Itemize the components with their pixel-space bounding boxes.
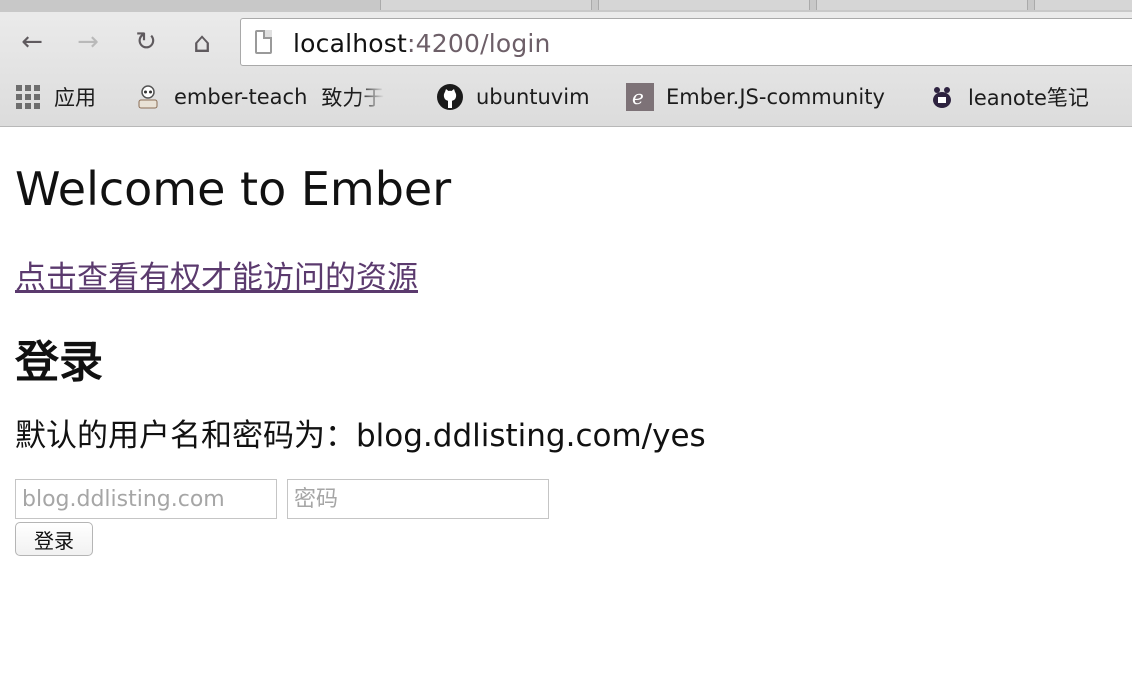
github-icon [436, 83, 464, 111]
url-text[interactable]: localhost:4200/login [293, 29, 551, 58]
bookmark-label: 应用 [54, 86, 96, 110]
credentials-hint: 默认的用户名和密码为：blog.ddlisting.com/yes [15, 418, 706, 454]
bookmark-ubuntuvim[interactable]: ubuntuvim [436, 80, 590, 114]
background-tab[interactable] [598, 0, 810, 10]
bookmark-label: leanote笔记 [968, 86, 1089, 110]
navigation-bar: ← → ↻ ⌂ localhost:4200/login [0, 12, 1132, 74]
back-icon[interactable]: ← [14, 24, 50, 60]
bookmark-apps[interactable]: 应用 [14, 80, 96, 114]
svg-text:e: e [632, 85, 644, 109]
url-path: :4200/login [407, 29, 551, 58]
leanote-icon [928, 83, 956, 111]
page-icon [255, 30, 272, 54]
background-tab[interactable] [816, 0, 1028, 10]
tab-strip [0, 0, 1132, 12]
bookmarks-bar: 应用 ember-teach 致力于 ubuntuvim e Ember.JS-… [0, 74, 1132, 122]
username-input[interactable] [15, 479, 277, 519]
browser-chrome: ← → ↻ ⌂ localhost:4200/login 应用 ember-te… [0, 0, 1132, 127]
bookmark-leanote[interactable]: leanote笔记 [928, 80, 1089, 114]
bookmark-label: ember-teach [174, 85, 308, 109]
bookmark-label-overflow: 致力于 [321, 86, 385, 110]
ember-teach-icon [134, 83, 162, 111]
bookmark-label: ubuntuvim [476, 85, 590, 109]
background-tab[interactable] [380, 0, 592, 10]
page-title: Welcome to Ember [15, 162, 452, 216]
url-host: localhost [293, 29, 408, 58]
password-input[interactable] [287, 479, 549, 519]
protected-resource-link[interactable]: 点击查看有权才能访问的资源 [15, 252, 418, 297]
login-heading: 登录 [15, 337, 103, 388]
ember-community-icon: e [626, 83, 654, 111]
bookmark-ember-community[interactable]: e Ember.JS-community [626, 80, 885, 114]
reload-icon[interactable]: ↻ [128, 24, 164, 60]
forward-icon[interactable]: → [70, 24, 106, 60]
address-bar[interactable]: localhost:4200/login [240, 18, 1132, 66]
bookmark-label: Ember.JS-community [666, 85, 885, 109]
background-tab[interactable] [1034, 0, 1132, 10]
apps-grid-icon [14, 83, 42, 111]
login-button[interactable]: 登录 [15, 522, 93, 556]
bookmark-ember-teach[interactable]: ember-teach 致力于 [134, 80, 384, 114]
home-icon[interactable]: ⌂ [184, 24, 220, 60]
